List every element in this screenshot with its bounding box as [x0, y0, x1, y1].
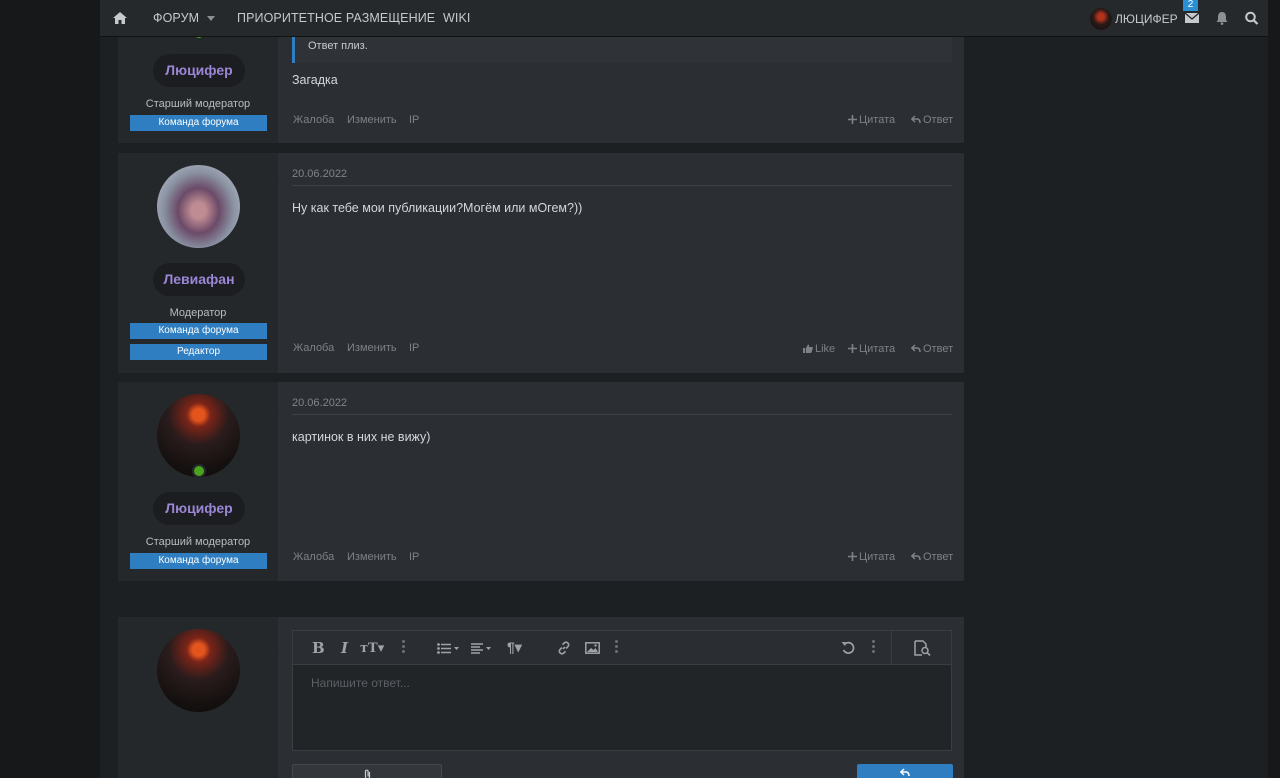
avatar[interactable] — [157, 165, 240, 248]
undo-icon[interactable] — [841, 641, 856, 655]
text-size-icon[interactable]: тT▾ — [360, 641, 384, 656]
link-icon[interactable] — [557, 641, 571, 655]
quote-button[interactable]: Цитата — [848, 114, 895, 126]
reply-button[interactable]: Ответ — [910, 551, 954, 563]
ip-link[interactable]: IP — [409, 342, 419, 354]
image-icon[interactable] — [585, 642, 600, 654]
quote-button-label: Цитата — [859, 551, 896, 563]
reply-button-label: Ответ — [923, 551, 954, 563]
user-avatar[interactable] — [1090, 8, 1112, 30]
edit-link[interactable]: Изменить — [347, 551, 397, 563]
quote-block: Ответ плиз. — [292, 37, 952, 63]
align-icon[interactable] — [471, 643, 493, 654]
nav-forum[interactable]: ФОРУМ — [153, 11, 199, 25]
reply-arrow-icon — [899, 768, 910, 777]
preview-tab[interactable] — [891, 631, 951, 664]
reply-arrow-icon — [910, 115, 921, 124]
reply-arrow-icon — [910, 552, 921, 561]
user-menu-name[interactable]: ЛЮЦИФЕР — [1115, 12, 1178, 26]
more-options-icon[interactable] — [402, 640, 405, 655]
post-user-sidebar: Люцифер Старший модератор Команда форума — [118, 382, 278, 581]
reply-text-area — [292, 664, 952, 751]
user-title: Модератор — [169, 307, 227, 319]
home-icon[interactable] — [112, 11, 128, 25]
post-message: Ну как тебе мои публикации?Могём или мОг… — [292, 201, 583, 215]
post-user-sidebar: Левиафан Модератор Команда форума Редакт… — [118, 153, 278, 373]
post: Левиафан Модератор Команда форума Редакт… — [118, 153, 964, 373]
like-button[interactable]: Like — [803, 343, 835, 355]
user-title: Старший модератор — [145, 536, 251, 548]
post-arrow — [278, 646, 287, 662]
more-options-icon[interactable] — [872, 640, 875, 655]
post-message: картинок в них не вижу) — [292, 430, 431, 444]
reply-button[interactable]: Ответ — [910, 343, 954, 355]
reply-button-label: Ответ — [923, 343, 954, 355]
quote-button-label: Цитата — [859, 343, 896, 355]
italic-icon[interactable]: I — [341, 639, 348, 657]
post-date[interactable]: 20.06.2022 — [292, 397, 347, 409]
more-options-icon[interactable] — [615, 640, 618, 655]
messages-count-badge: 2 — [1183, 0, 1198, 11]
plus-icon — [848, 344, 857, 353]
quote-button-label: Цитата — [859, 114, 896, 126]
username[interactable]: Левиафан — [153, 263, 245, 296]
nav-wiki[interactable]: WIKI — [443, 11, 470, 25]
plus-icon — [848, 552, 857, 561]
bold-icon[interactable]: B — [312, 639, 325, 657]
submit-reply-button[interactable] — [857, 764, 953, 778]
post-date[interactable]: 20.06.2022 — [292, 168, 347, 180]
user-banner: Редактор — [130, 344, 267, 360]
top-navigation-bar: ФОРУМ ПРИОРИТЕТНОЕ РАЗМЕЩЕНИЕ WIKI ЛЮЦИФ… — [100, 0, 1268, 37]
edit-link[interactable]: Изменить — [347, 114, 397, 126]
divider — [292, 185, 952, 186]
attach-files-button[interactable] — [292, 764, 442, 778]
reply-button-label: Ответ — [923, 114, 954, 126]
avatar — [157, 629, 240, 712]
quote-button[interactable]: Цитата — [848, 343, 895, 355]
ip-link[interactable]: IP — [409, 551, 419, 563]
nav-priority-placement[interactable]: ПРИОРИТЕТНОЕ РАЗМЕЩЕНИЕ — [237, 11, 435, 25]
report-link[interactable]: Жалоба — [293, 114, 334, 126]
user-title: Старший модератор — [145, 98, 251, 110]
user-banner: Команда форума — [130, 323, 267, 339]
chevron-down-icon[interactable] — [207, 16, 215, 21]
reply-arrow-icon — [910, 344, 921, 353]
edit-link[interactable]: Изменить — [347, 342, 397, 354]
online-status-icon — [192, 464, 206, 478]
post: Люцифер Старший модератор Команда форума… — [118, 382, 964, 581]
report-link[interactable]: Жалоба — [293, 342, 334, 354]
paragraph-icon[interactable]: ¶▾ — [507, 639, 522, 656]
paperclip-icon — [364, 769, 370, 778]
username[interactable]: Люцифер — [153, 492, 245, 525]
divider — [292, 414, 952, 415]
envelope-icon[interactable] — [1184, 11, 1200, 25]
username[interactable]: Люцифер — [153, 54, 245, 87]
post-arrow — [278, 402, 287, 418]
thumbs-up-icon — [803, 344, 813, 353]
post-message: Загадка — [292, 73, 338, 87]
quote-text: Ответ плиз. — [308, 40, 368, 52]
post-user-sidebar — [118, 617, 278, 778]
preview-icon — [914, 640, 931, 656]
ip-link[interactable]: IP — [409, 114, 419, 126]
editor-toolbar: B I тT▾ ¶▾ — [292, 630, 952, 664]
user-banner: Команда форума — [130, 553, 267, 569]
list-icon[interactable] — [437, 643, 459, 654]
like-button-label: Like — [815, 343, 836, 355]
user-banner: Команда форума — [130, 115, 267, 131]
search-icon[interactable] — [1244, 11, 1260, 25]
bell-icon[interactable] — [1214, 11, 1230, 25]
quick-reply-editor: B I тT▾ ¶▾ — [118, 617, 964, 778]
reply-button[interactable]: Ответ — [910, 114, 954, 126]
plus-icon — [848, 115, 857, 124]
reply-input[interactable] — [293, 665, 951, 701]
quote-button[interactable]: Цитата — [848, 551, 895, 563]
report-link[interactable]: Жалоба — [293, 551, 334, 563]
post-arrow — [278, 173, 287, 189]
